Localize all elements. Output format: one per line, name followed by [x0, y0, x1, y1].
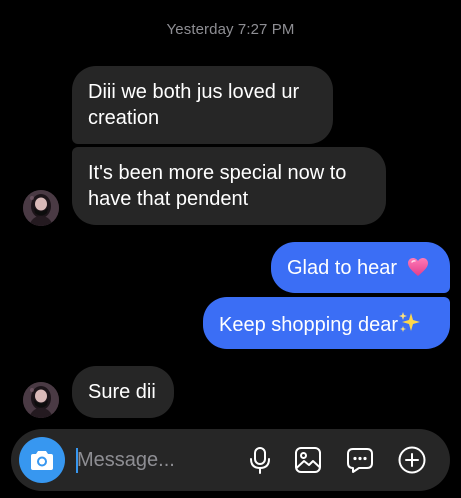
message-text: It's been more special now to have that …: [88, 162, 347, 210]
message-text: Keep shopping dear: [219, 314, 399, 336]
camera-button[interactable]: [19, 437, 65, 483]
camera-icon: [31, 451, 53, 470]
sender-avatar[interactable]: [23, 382, 59, 418]
incoming-message-bubble[interactable]: It's been more special now to have that …: [72, 147, 386, 225]
voice-message-button[interactable]: [244, 444, 276, 476]
outgoing-message-bubble[interactable]: Glad to hear: [271, 242, 450, 293]
pink-heart-icon: [407, 257, 429, 284]
message-text: Glad to hear: [287, 257, 398, 279]
gallery-button[interactable]: [292, 444, 324, 476]
message-text: Diii we both jus loved ur creation: [88, 81, 300, 129]
message-text: Sure dii: [88, 381, 156, 403]
outgoing-message-bubble[interactable]: Keep shopping dear: [203, 297, 450, 349]
more-options-button[interactable]: [396, 444, 428, 476]
incoming-message-bubble[interactable]: Diii we both jus loved ur creation: [72, 66, 333, 144]
avatar-image: [23, 382, 59, 418]
sparkles-icon: [398, 310, 422, 341]
sticker-chat-icon: [347, 448, 373, 473]
message-input[interactable]: Message...: [77, 447, 175, 473]
plus-circle-icon: [398, 446, 426, 474]
incoming-message-bubble[interactable]: Sure dii: [72, 366, 174, 418]
avatar-image: [23, 190, 59, 226]
sticker-button[interactable]: [344, 444, 376, 476]
message-timestamp: Yesterday 7:27 PM: [166, 21, 295, 38]
microphone-icon: [250, 447, 270, 474]
sender-avatar[interactable]: [23, 190, 59, 226]
image-icon: [295, 447, 321, 473]
message-composer: Message...: [11, 429, 450, 491]
